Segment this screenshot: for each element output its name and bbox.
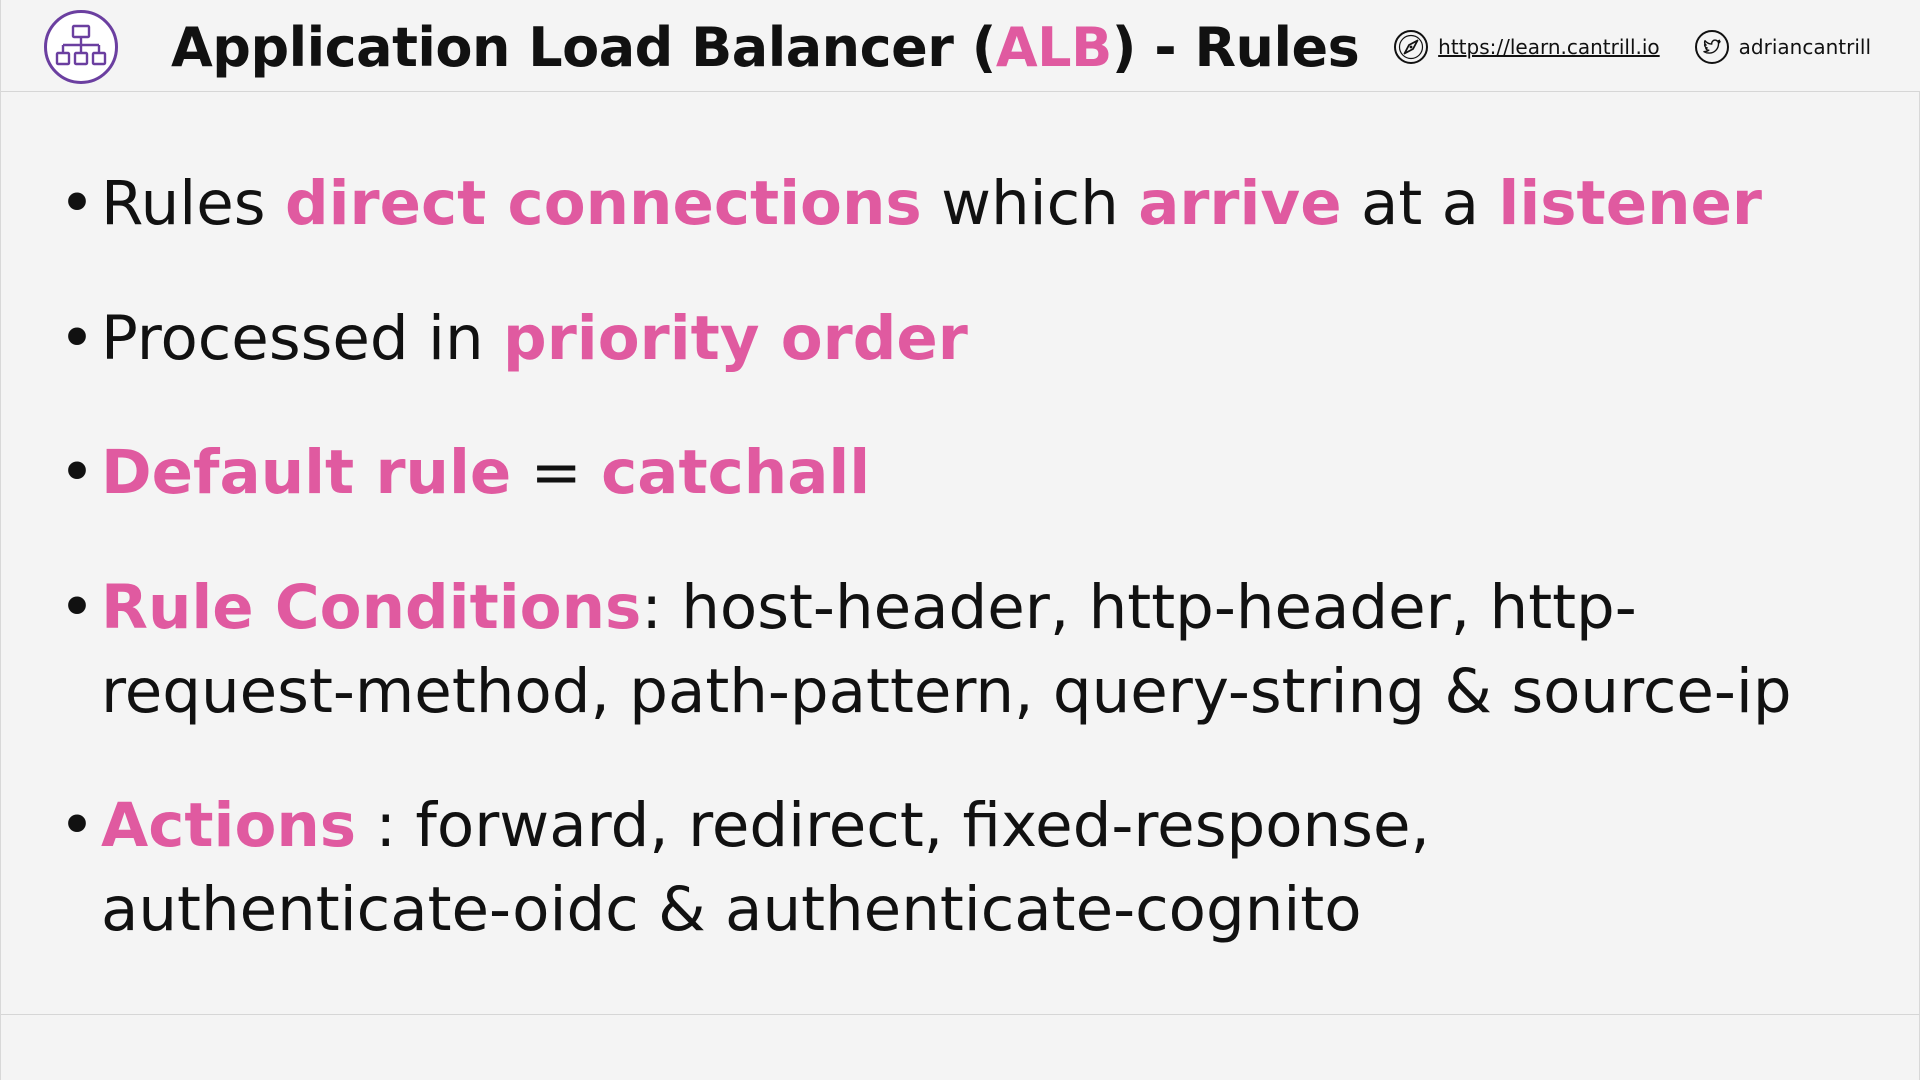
bullet-dot: • — [59, 572, 95, 643]
website-link-text[interactable]: https://learn.cantrill.io — [1438, 35, 1660, 59]
website-link[interactable]: https://learn.cantrill.io — [1393, 29, 1660, 65]
bullet-highlight: Actions — [101, 790, 357, 861]
twitter-link[interactable]: adriancantrill — [1694, 29, 1871, 65]
bullet-dot: • — [59, 303, 95, 374]
bullet-highlight: priority order — [503, 303, 968, 374]
title-suffix: ) - Rules — [1111, 16, 1360, 79]
bullet-text: Rule Conditions: host-header, http-heade… — [101, 566, 1819, 734]
bullet-highlight: Default rule — [101, 437, 512, 508]
bullet-text: Actions : forward, redirect, fixed-respo… — [101, 784, 1819, 952]
twitter-handle[interactable]: adriancantrill — [1739, 35, 1871, 59]
page-title: Application Load Balancer (ALB) - Rules — [171, 12, 1360, 84]
bullet-highlight: listener — [1498, 168, 1762, 239]
footer-divider — [1, 1014, 1920, 1015]
bullet-text: Default rule = catchall — [101, 431, 1819, 515]
bullet-highlight: direct connections — [284, 168, 922, 239]
bullet-priority-order: • Processed in priority order — [59, 297, 1819, 381]
slide: Application Load Balancer (ALB) - Rules … — [0, 0, 1920, 1080]
bullet-segment: which — [921, 168, 1139, 239]
bullet-default-rule: • Default rule = catchall — [59, 431, 1819, 515]
bullet-text: Rules direct connections which arrive at… — [101, 162, 1819, 246]
slide-header: Application Load Balancer (ALB) - Rules … — [1, 0, 1920, 92]
bullet-segment: Rules — [101, 168, 285, 239]
bullet-segment: = — [511, 437, 602, 508]
bullet-highlight: catchall — [601, 437, 871, 508]
bullet-text: Processed in priority order — [101, 297, 1819, 381]
title-prefix: Application Load Balancer ( — [171, 16, 996, 79]
bullet-highlight: arrive — [1138, 168, 1342, 239]
bullet-segment: at a — [1341, 168, 1499, 239]
bullet-rules-direct: • Rules direct connections which arrive … — [59, 162, 1819, 246]
bullet-dot: • — [59, 168, 95, 239]
load-balancer-icon — [44, 10, 118, 84]
title-accent: ALB — [995, 16, 1112, 79]
bullet-rule-conditions: • Rule Conditions: host-header, http-hea… — [59, 566, 1819, 734]
bullet-highlight: Rule Conditions — [101, 572, 642, 643]
bullet-actions: • Actions : forward, redirect, fixed-res… — [59, 784, 1819, 952]
twitter-bird-icon — [1694, 30, 1729, 64]
header-links: https://learn.cantrill.io adriancantrill — [1393, 28, 1871, 66]
bullet-segment: Processed in — [101, 303, 504, 374]
bullet-dot: • — [59, 437, 95, 508]
compass-icon — [1394, 30, 1429, 64]
bullet-dot: • — [59, 790, 95, 861]
